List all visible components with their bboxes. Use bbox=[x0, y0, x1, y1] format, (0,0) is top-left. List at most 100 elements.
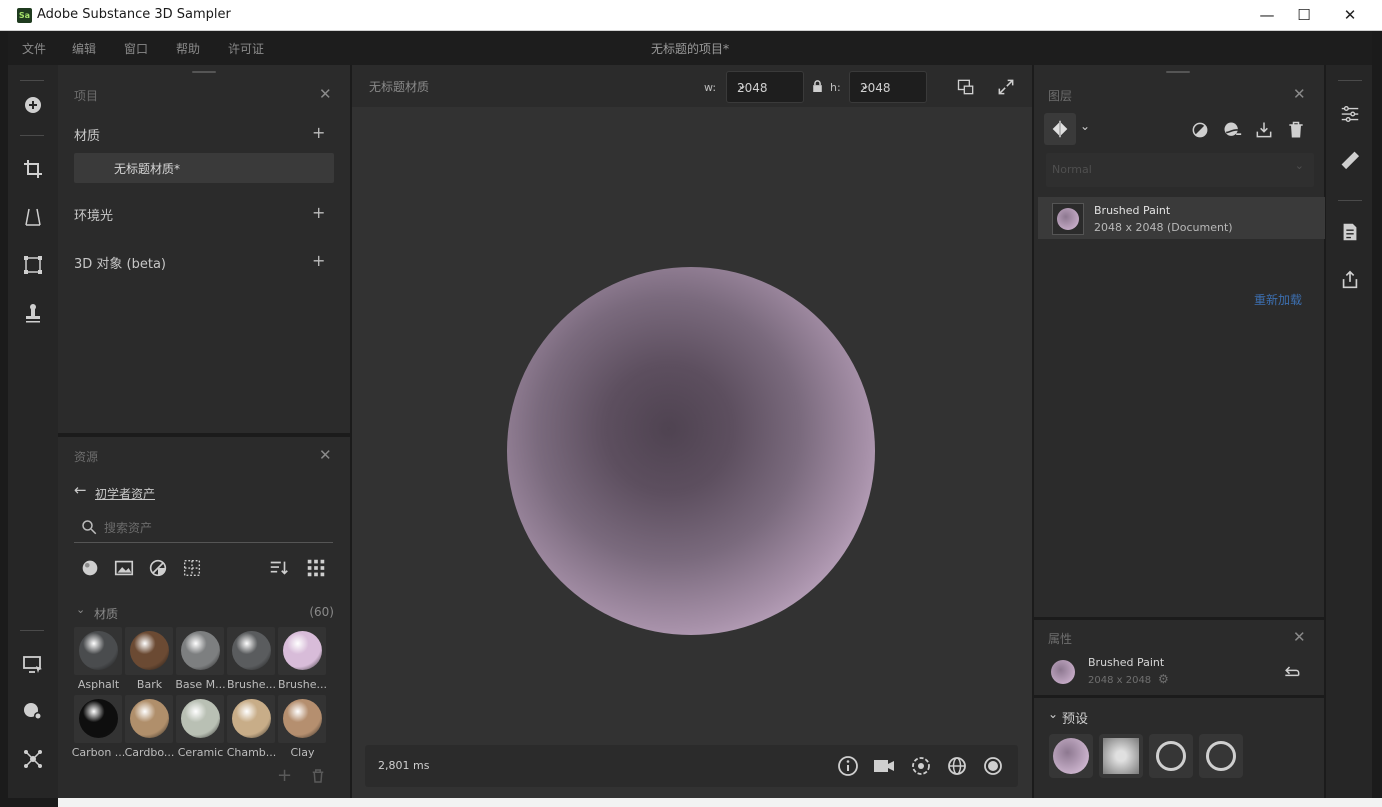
crop-icon[interactable] bbox=[21, 157, 45, 181]
material-ball-icon[interactable] bbox=[981, 754, 1005, 778]
close-icon[interactable]: ✕ bbox=[319, 85, 332, 103]
window-edge bbox=[0, 31, 8, 807]
delete-layer-icon[interactable] bbox=[1286, 120, 1306, 140]
preset-item[interactable] bbox=[1199, 734, 1243, 778]
material-thumbnail[interactable]: Brushe... bbox=[278, 627, 327, 693]
adjustments-icon[interactable] bbox=[1339, 103, 1361, 125]
transform-icon[interactable] bbox=[21, 253, 45, 277]
width-select[interactable]: 2048 ⌄ bbox=[726, 71, 804, 103]
menu-license[interactable]: 许可证 bbox=[228, 40, 264, 57]
close-icon[interactable]: ✕ bbox=[1293, 628, 1306, 646]
menu-edit[interactable]: 编辑 bbox=[72, 40, 96, 57]
maximize-button[interactable]: ☐ bbox=[1281, 0, 1327, 31]
camera-icon[interactable] bbox=[872, 754, 896, 778]
gear-icon[interactable]: ⚙ bbox=[1158, 672, 1169, 686]
panel-grip[interactable] bbox=[1166, 71, 1190, 73]
node-graph-icon[interactable] bbox=[21, 747, 45, 771]
material-thumbnail[interactable]: Ceramic bbox=[176, 695, 225, 761]
material-thumbnail[interactable]: Bark bbox=[125, 627, 174, 693]
environment-filter-icon[interactable] bbox=[147, 557, 169, 579]
close-icon[interactable]: ✕ bbox=[319, 446, 332, 464]
export-document-icon[interactable] bbox=[1339, 221, 1361, 243]
chevron-down-icon[interactable]: ⌄ bbox=[1080, 119, 1090, 133]
add-filter-icon[interactable] bbox=[1222, 120, 1242, 140]
material-preview-sphere[interactable] bbox=[507, 267, 875, 635]
presets-label[interactable]: 预设 bbox=[1062, 708, 1088, 727]
import-icon[interactable] bbox=[1254, 120, 1274, 140]
preset-item[interactable] bbox=[1049, 734, 1093, 778]
material-thumbnail[interactable]: Chamb... bbox=[227, 695, 276, 761]
material-thumbnail[interactable]: Brushe... bbox=[227, 627, 276, 693]
project-panel-title: 项目 bbox=[74, 89, 99, 103]
material-settings-icon[interactable] bbox=[21, 699, 45, 723]
material-thumbnail[interactable]: Asphalt bbox=[74, 627, 123, 693]
section-3d-objects[interactable]: 3D 对象 (beta) bbox=[74, 253, 166, 272]
compare-button[interactable] bbox=[1044, 113, 1076, 145]
menu-file[interactable]: 文件 bbox=[22, 40, 46, 57]
search-input[interactable] bbox=[104, 518, 324, 538]
close-window-button[interactable]: ✕ bbox=[1327, 0, 1373, 31]
material-thumbnail[interactable]: Base M... bbox=[175, 627, 226, 693]
section-materials[interactable]: 材质 bbox=[74, 125, 100, 144]
ruler-icon[interactable] bbox=[1339, 149, 1361, 171]
sort-icon[interactable] bbox=[268, 557, 290, 579]
app-window: Sa Adobe Substance 3D Sampler — ☐ ✕ 无标题的… bbox=[0, 0, 1382, 807]
presets-section: ⌄ 预设 bbox=[1034, 698, 1324, 798]
add-asset-button[interactable]: + bbox=[277, 765, 292, 786]
image-filter-icon[interactable] bbox=[113, 557, 135, 579]
reset-icon[interactable] bbox=[1282, 662, 1302, 682]
material-ball bbox=[232, 631, 271, 670]
screen-capture-icon[interactable] bbox=[21, 653, 45, 677]
light-rotation-icon[interactable] bbox=[909, 754, 933, 778]
mask-icon[interactable] bbox=[1190, 120, 1210, 140]
width-label: w: bbox=[704, 81, 717, 94]
material-name: Base M... bbox=[175, 678, 226, 691]
material-thumbnail[interactable]: Clay bbox=[278, 695, 327, 761]
lock-icon[interactable] bbox=[812, 80, 823, 92]
material-name: Bark bbox=[136, 678, 163, 691]
material-thumbnail[interactable]: Cardbo... bbox=[125, 695, 174, 761]
materials-filter-icon[interactable] bbox=[79, 557, 101, 579]
reload-link[interactable]: 重新加载 bbox=[1254, 291, 1302, 308]
menu-window[interactable]: 窗口 bbox=[124, 40, 148, 57]
panel-grip[interactable] bbox=[192, 71, 216, 73]
grid-view-icon[interactable] bbox=[305, 557, 327, 579]
menu-help[interactable]: 帮助 bbox=[176, 40, 200, 57]
layer-thumbnail bbox=[1052, 203, 1084, 235]
add-environment-button[interactable]: + bbox=[312, 203, 325, 222]
layer-item[interactable]: Brushed Paint 2048 x 2048 (Document) bbox=[1038, 197, 1325, 239]
trash-icon[interactable] bbox=[309, 767, 327, 785]
breadcrumb-link[interactable]: 初学者资产 bbox=[95, 485, 155, 502]
section-environment[interactable]: 环境光 bbox=[74, 205, 113, 224]
perspective-icon[interactable] bbox=[21, 205, 45, 229]
height-select[interactable]: 2048 ⌄ bbox=[849, 71, 927, 103]
info-icon[interactable] bbox=[836, 754, 860, 778]
height-label: h: bbox=[830, 81, 841, 94]
environment-icon[interactable] bbox=[945, 754, 969, 778]
fullscreen-icon[interactable] bbox=[996, 77, 1016, 97]
close-icon[interactable]: ✕ bbox=[1293, 85, 1306, 103]
add-3d-object-button[interactable]: + bbox=[312, 251, 325, 270]
category-label[interactable]: 材质 bbox=[94, 605, 118, 622]
chevron-down-icon[interactable]: ⌄ bbox=[1048, 707, 1058, 721]
toolbar-divider bbox=[20, 80, 44, 81]
back-arrow-icon[interactable]: ← bbox=[74, 481, 87, 499]
viewport[interactable]: 无标题材质 w: 2048 ⌄ h: 2048 ⌄ 2,801 ms bbox=[352, 65, 1032, 798]
add-icon[interactable] bbox=[21, 93, 45, 117]
properties-panel: 属性 ✕ Brushed Paint 2048 x 2048 ⚙ bbox=[1034, 620, 1324, 695]
toolbar-divider bbox=[20, 630, 44, 631]
add-material-button[interactable]: + bbox=[312, 123, 325, 142]
material-ball bbox=[232, 699, 271, 738]
assets-panel: 资源 ✕ ← 初学者资产 ⌄ bbox=[58, 437, 350, 798]
stamp-icon[interactable] bbox=[21, 301, 45, 325]
window-title: Adobe Substance 3D Sampler bbox=[37, 7, 231, 22]
material-thumbnail[interactable]: Carbon ... bbox=[72, 695, 125, 761]
preset-item[interactable] bbox=[1099, 734, 1143, 778]
assets-panel-title: 资源 bbox=[74, 450, 99, 464]
preset-item[interactable] bbox=[1149, 734, 1193, 778]
chevron-down-icon[interactable]: ⌄ bbox=[76, 603, 85, 616]
material-item[interactable]: 无标题材质* bbox=[74, 153, 334, 183]
atlas-filter-icon[interactable] bbox=[181, 557, 203, 579]
view-mode-icon[interactable] bbox=[956, 77, 976, 97]
share-icon[interactable] bbox=[1339, 269, 1361, 291]
